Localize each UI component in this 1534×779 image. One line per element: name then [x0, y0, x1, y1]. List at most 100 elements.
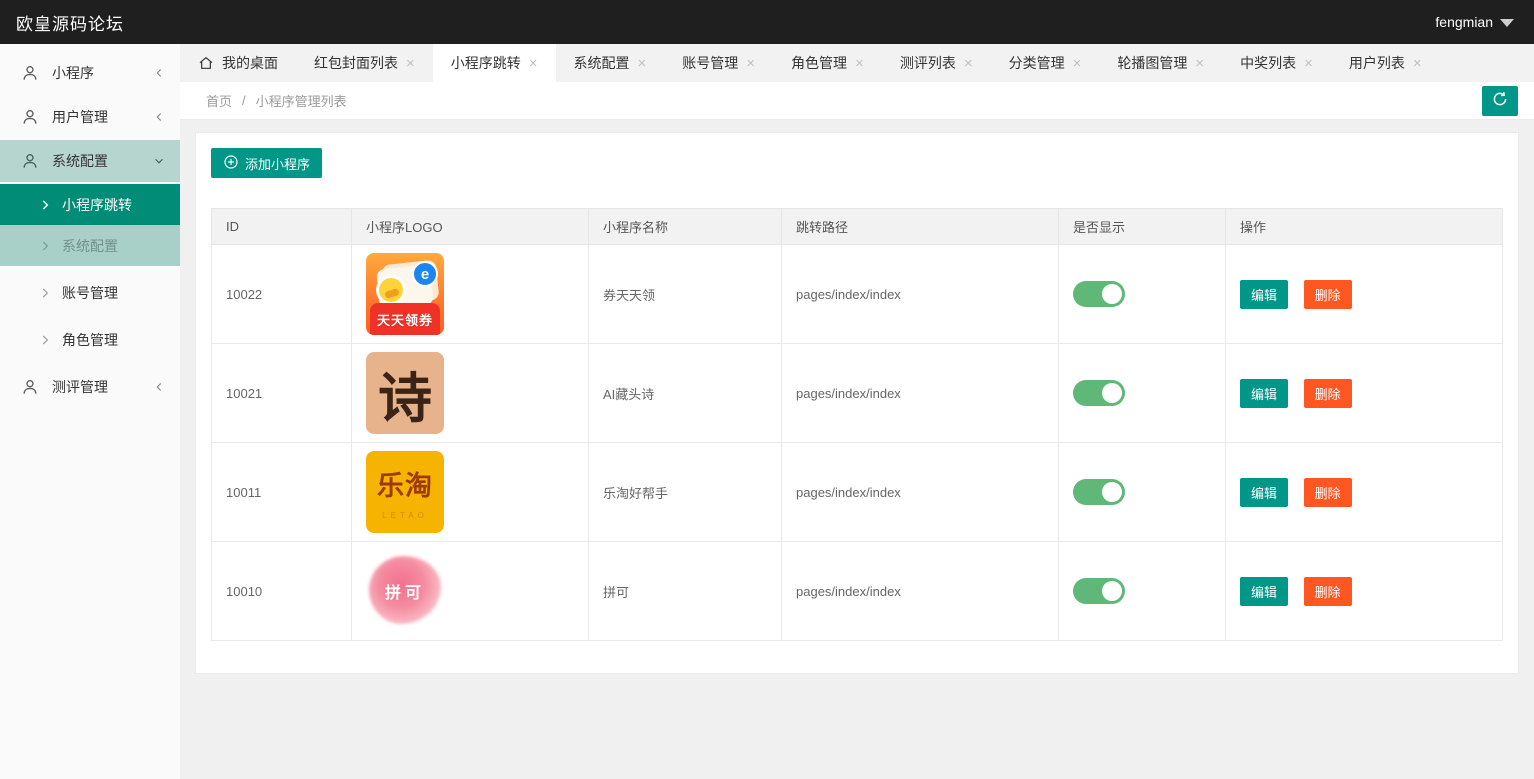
duck-mascot-icon [376, 275, 406, 305]
tab-winner-list[interactable]: 中奖列表 × [1222, 44, 1331, 82]
user-icon [20, 107, 40, 127]
dropdown-caret-icon [1500, 19, 1514, 27]
cell-id: 10022 [211, 244, 352, 344]
col-header-actions: 操作 [1225, 208, 1503, 245]
miniprogram-logo-image: 诗 [366, 352, 444, 434]
col-header-logo: 小程序LOGO [351, 208, 589, 245]
tab-label: 账号管理 [682, 55, 739, 71]
sidebar-item-miniprogram[interactable]: 小程序 [0, 52, 180, 94]
cell-name: 拼可 [588, 541, 782, 641]
user-icon [20, 151, 40, 171]
tab-close-icon[interactable]: × [746, 56, 755, 71]
sidebar-subitem-label: 系统配置 [62, 237, 118, 254]
sidebar: 小程序 用户管理 系统配置 小程序跳转 系统配置 账号管理 角色管理 测评管理 [0, 44, 180, 779]
sidebar-item-users[interactable]: 用户管理 [0, 96, 180, 138]
tab-user-list[interactable]: 用户列表 × [1331, 44, 1440, 82]
chevron-down-icon [155, 158, 163, 164]
sidebar-subitem-miniprogram-jump[interactable]: 小程序跳转 [0, 184, 180, 225]
edit-button[interactable]: 编辑 [1240, 279, 1289, 309]
chevron-right-icon [38, 239, 52, 253]
breadcrumb-current: 小程序管理列表 [255, 94, 347, 109]
sidebar-item-evaluation[interactable]: 测评管理 [0, 366, 180, 408]
cell-name: 券天天领 [588, 244, 782, 344]
tab-close-icon[interactable]: × [1304, 56, 1313, 71]
username: fengmian [1435, 14, 1493, 30]
logo-badge: e [412, 261, 438, 287]
visibility-toggle[interactable] [1073, 578, 1125, 604]
tab-evaluation-list[interactable]: 测评列表 × [882, 44, 991, 82]
tab-desktop[interactable]: 我的桌面 [180, 44, 296, 82]
tab-label: 中奖列表 [1240, 55, 1297, 71]
tab-close-icon[interactable]: × [638, 56, 647, 71]
visibility-toggle[interactable] [1073, 479, 1125, 505]
logo-caption: 拼可 [384, 585, 425, 602]
user-menu[interactable]: fengmian [1435, 14, 1514, 30]
tab-label: 轮播图管理 [1117, 55, 1188, 71]
refresh-button[interactable] [1482, 85, 1518, 116]
chevron-right-icon [38, 198, 52, 212]
tab-redpacket-list[interactable]: 红包封面列表 × [296, 44, 433, 82]
add-miniprogram-button[interactable]: 添加小程序 [211, 148, 323, 178]
tab-label: 用户列表 [1348, 55, 1405, 71]
tab-close-icon[interactable]: × [1195, 56, 1204, 71]
edit-button[interactable]: 编辑 [1240, 477, 1289, 507]
delete-button[interactable]: 删除 [1303, 378, 1352, 408]
tab-system-config[interactable]: 系统配置 × [556, 44, 665, 82]
tab-close-icon[interactable]: × [406, 56, 415, 71]
user-icon [20, 63, 40, 83]
miniprogram-logo-image: 乐淘 LETAO [366, 451, 444, 533]
tab-account-management[interactable]: 账号管理 × [664, 44, 773, 82]
tab-label: 小程序跳转 [450, 55, 521, 71]
delete-button[interactable]: 删除 [1303, 477, 1352, 507]
cell-path: pages/index/index [781, 442, 1059, 542]
chevron-right-icon [38, 333, 52, 347]
sidebar-item-system-config[interactable]: 系统配置 [0, 140, 180, 182]
logo-caption: 乐淘 [377, 471, 433, 501]
sidebar-subitem-label: 小程序跳转 [62, 196, 132, 213]
table-row: 10022 e 天天领券 券天天领 pages/index/index 编辑 删… [211, 244, 1503, 344]
cell-id: 10011 [211, 442, 352, 542]
tab-close-icon[interactable]: × [1073, 56, 1082, 71]
table-row: 10011 乐淘 LETAO 乐淘好帮手 pages/index/index 编… [211, 442, 1503, 542]
app-title: 欧皇源码论坛 [16, 14, 124, 34]
tab-role-management[interactable]: 角色管理 × [773, 44, 882, 82]
tab-close-icon[interactable]: × [1413, 56, 1422, 71]
refresh-icon [1491, 90, 1509, 111]
cell-path: pages/index/index [781, 541, 1059, 641]
content-card: 添加小程序 ID 小程序LOGO 小程序名称 跳转路径 是否显示 操作 1002… [195, 132, 1519, 674]
tab-label: 测评列表 [899, 55, 956, 71]
edit-button[interactable]: 编辑 [1240, 576, 1289, 606]
tab-category-management[interactable]: 分类管理 × [991, 44, 1100, 82]
chevron-left-icon [156, 69, 162, 77]
breadcrumb-home[interactable]: 首页 [206, 91, 232, 110]
edit-button[interactable]: 编辑 [1240, 378, 1289, 408]
tab-close-icon[interactable]: × [964, 56, 973, 71]
tab-close-icon[interactable]: × [529, 56, 538, 71]
tab-miniprogram-jump[interactable]: 小程序跳转 × [432, 44, 556, 82]
sidebar-subitem-role-management[interactable]: 角色管理 [0, 319, 180, 360]
delete-button[interactable]: 删除 [1303, 576, 1352, 606]
tab-label: 角色管理 [791, 55, 848, 71]
main-area: 我的桌面 红包封面列表 × 小程序跳转 × 系统配置 × 账号管理 × 角色管理… [180, 44, 1534, 779]
visibility-toggle[interactable] [1073, 380, 1125, 406]
tab-label: 分类管理 [1008, 55, 1065, 71]
table-header-row: ID 小程序LOGO 小程序名称 跳转路径 是否显示 操作 [211, 208, 1503, 245]
sidebar-subitem-system-config[interactable]: 系统配置 [0, 225, 180, 266]
sidebar-item-label: 测评管理 [52, 379, 108, 395]
toggle-knob [1102, 284, 1122, 304]
breadcrumb-separator: / [242, 93, 246, 108]
tab-close-icon[interactable]: × [855, 56, 864, 71]
cell-id: 10021 [211, 343, 352, 443]
chevron-left-icon [156, 113, 162, 121]
visibility-toggle[interactable] [1073, 281, 1125, 307]
table-row: 10021 诗 AI藏头诗 pages/index/index 编辑 删除 [211, 343, 1503, 443]
logo-caption: 诗 [378, 365, 432, 430]
sidebar-subitem-account-management[interactable]: 账号管理 [0, 272, 180, 313]
col-header-visible: 是否显示 [1058, 208, 1226, 245]
sidebar-item-label: 系统配置 [52, 153, 108, 169]
add-button-label: 添加小程序 [245, 156, 311, 172]
miniprogram-logo-image: 拼可 [366, 550, 444, 632]
plus-circle-icon [223, 154, 239, 173]
delete-button[interactable]: 删除 [1303, 279, 1352, 309]
tab-carousel-management[interactable]: 轮播图管理 × [1099, 44, 1222, 82]
